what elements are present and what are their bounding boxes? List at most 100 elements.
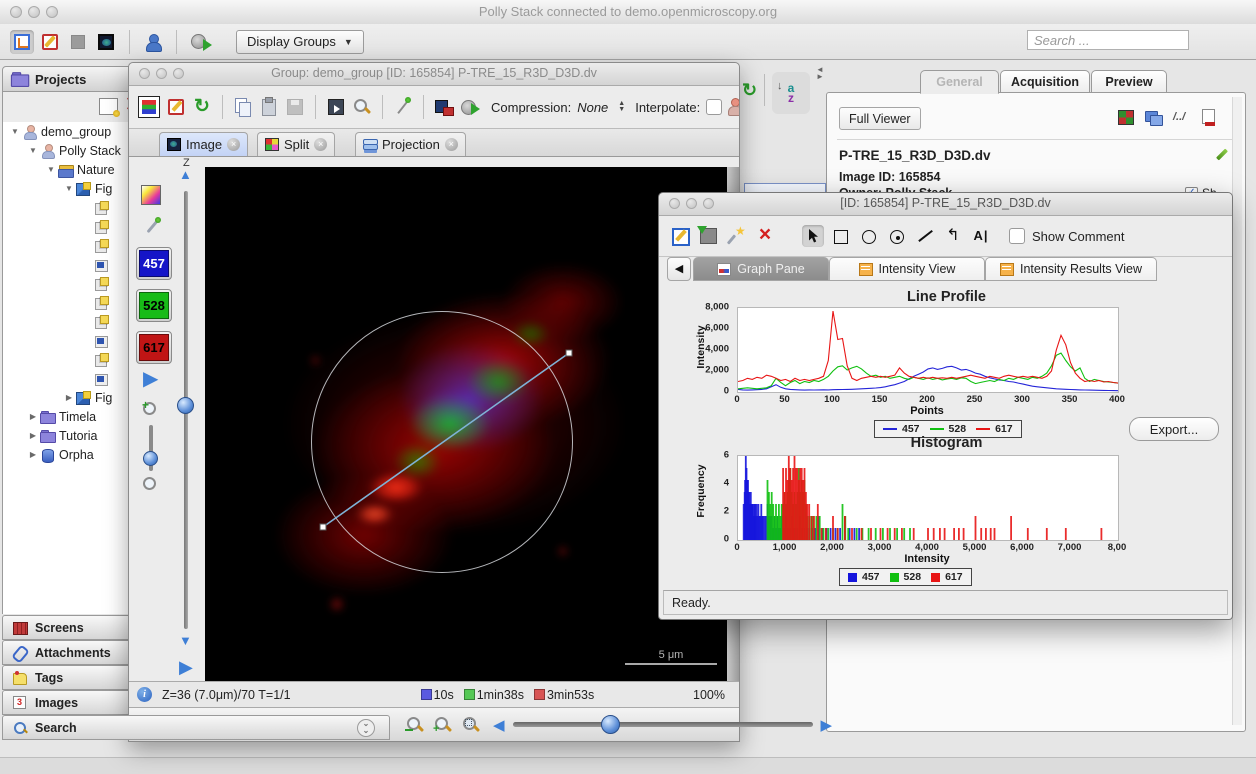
twisty-icon[interactable]: ▶ (63, 393, 75, 402)
zoom-out-icon[interactable] (141, 475, 161, 495)
twisty-icon[interactable]: ▼ (27, 146, 39, 155)
show-comment-checkbox[interactable] (1009, 228, 1025, 244)
tree-browser-icon[interactable] (10, 30, 34, 54)
viewer-titlebar[interactable]: Group: demo_group [ID: 165854] P-TRE_15_… (129, 63, 739, 86)
z-up-icon[interactable]: ▲ (179, 167, 192, 182)
tab-intensity-results-view[interactable]: Intensity Results View (985, 257, 1157, 281)
renderer-icon[interactable] (138, 96, 160, 118)
z-slider-knob[interactable] (177, 397, 194, 414)
twisty-icon[interactable]: ▶ (27, 412, 39, 421)
text-icon[interactable]: A| (970, 225, 992, 247)
compression-value[interactable]: None (577, 100, 608, 115)
image-canvas[interactable]: 5 μm (205, 167, 727, 681)
edit-pencil-icon[interactable] (1215, 148, 1229, 162)
z-slider-track[interactable] (184, 191, 188, 629)
channel-button-528[interactable]: 528 (136, 289, 172, 322)
twisty-icon[interactable]: ▶ (27, 431, 39, 440)
z-down-icon[interactable]: ▼ (179, 633, 192, 648)
sort-az-button[interactable]: ↓ az (772, 72, 810, 114)
search-section-bar[interactable]: Search ⌄⌄ (2, 715, 390, 740)
paste-icon[interactable] (259, 97, 279, 117)
zoom-ratio-slider[interactable] (149, 425, 153, 471)
slider-knob[interactable] (601, 715, 620, 734)
close-tab-icon[interactable]: × (314, 138, 327, 151)
twisty-icon[interactable]: ▼ (9, 127, 21, 136)
refresh-icon[interactable]: ↻ (742, 80, 760, 98)
server-icon[interactable] (188, 30, 212, 54)
measurement-titlebar[interactable]: [ID: 165854] P-TRE_15_R3D_D3D.dv (659, 193, 1232, 216)
editor-icon[interactable] (166, 97, 186, 117)
compression-stepper[interactable]: ▲▼ (618, 101, 625, 113)
roi-edit-icon[interactable] (670, 225, 692, 247)
tab-intensity-view[interactable]: Intensity View (829, 257, 985, 281)
global-search-input[interactable] (1027, 30, 1189, 50)
step-forward-icon[interactable]: ▶ (821, 716, 833, 734)
split-image-icon[interactable] (434, 97, 454, 117)
channel-button-617[interactable]: 617 (136, 331, 172, 364)
tab-image[interactable]: Image × (159, 132, 248, 156)
save-icon[interactable] (285, 97, 305, 117)
editor-icon[interactable] (38, 30, 62, 54)
x-tick: 7,000 (1058, 542, 1082, 553)
publish-icon[interactable] (460, 97, 480, 117)
grid-view-icon[interactable] (66, 30, 90, 54)
zoom-out-icon[interactable] (405, 715, 425, 735)
polyline-icon[interactable]: ↰ (942, 225, 964, 247)
refresh-icon[interactable]: ↻ (192, 97, 212, 117)
full-viewer-button[interactable]: Full Viewer (839, 107, 921, 130)
tab-scroll-left-icon[interactable]: ◀ (667, 257, 691, 281)
user-icon[interactable] (141, 30, 165, 54)
channel-button-457[interactable]: 457 (136, 247, 172, 280)
ellipse-icon[interactable] (858, 225, 880, 247)
metadata-scrollbar[interactable] (1232, 97, 1242, 725)
image-view-icon[interactable] (94, 30, 118, 54)
magnifier-icon[interactable] (352, 97, 372, 117)
delete-icon[interactable]: × (754, 225, 776, 247)
movie-icon[interactable] (326, 97, 346, 117)
interpolate-checkbox[interactable] (706, 99, 722, 115)
tab-general[interactable]: General (920, 70, 999, 94)
copy-folders-icon[interactable] (1145, 109, 1163, 126)
info-icon[interactable]: i (137, 687, 152, 702)
pointer-icon[interactable] (802, 225, 824, 247)
close-tab-icon[interactable]: × (227, 138, 240, 151)
play-movie-icon[interactable]: ▶ (143, 369, 158, 389)
zoom-fit-icon[interactable] (461, 715, 481, 735)
new-container-icon[interactable] (99, 98, 118, 115)
show-comment-toggle[interactable]: Show Comment (1009, 228, 1124, 244)
slider-knob[interactable] (143, 451, 158, 466)
twisty-icon[interactable]: ▼ (45, 165, 57, 174)
display-groups-button[interactable]: Display Groups ▼ (236, 30, 364, 54)
zoom-in-icon[interactable]: + (433, 715, 453, 735)
split-view-icon[interactable] (1117, 109, 1135, 126)
measure-icon[interactable] (393, 97, 413, 117)
rectangle-icon[interactable] (830, 225, 852, 247)
timeline-slider[interactable] (513, 722, 813, 727)
copy-icon[interactable] (233, 97, 253, 117)
tab-graph-pane[interactable]: Graph Pane (693, 257, 829, 281)
line-plot-icon[interactable] (1173, 109, 1191, 126)
tab-projection[interactable]: Projection × (355, 132, 466, 156)
color-picker-icon[interactable] (143, 217, 161, 235)
step-back-icon[interactable]: ◀ (493, 716, 505, 734)
twisty-icon[interactable]: ▼ (63, 184, 75, 193)
wand-icon[interactable] (726, 225, 748, 247)
tab-split[interactable]: Split × (257, 132, 335, 156)
twisty-icon[interactable]: ▶ (27, 450, 39, 459)
tab-preview[interactable]: Preview (1091, 70, 1167, 93)
zoom-in-icon[interactable] (141, 400, 161, 420)
point-icon[interactable] (886, 225, 908, 247)
pane-scroll-arrows[interactable]: ◄► (816, 66, 824, 80)
tab-acquisition[interactable]: Acquisition (1000, 70, 1090, 93)
note-icon (94, 277, 109, 291)
roi-save-icon[interactable] (698, 225, 720, 247)
close-tab-icon[interactable]: × (445, 138, 458, 151)
z-section-slider: Z ▲ ▼ ▶ (175, 157, 201, 684)
line-icon[interactable] (914, 225, 936, 247)
colormap-icon[interactable] (141, 185, 161, 205)
section-label: Tags (35, 671, 63, 685)
z-play-icon[interactable]: ▶ (179, 657, 193, 678)
roi-line[interactable] (205, 167, 727, 681)
export-file-icon[interactable] (1201, 109, 1219, 126)
chevron-double-down-icon[interactable]: ⌄⌄ (357, 719, 375, 737)
